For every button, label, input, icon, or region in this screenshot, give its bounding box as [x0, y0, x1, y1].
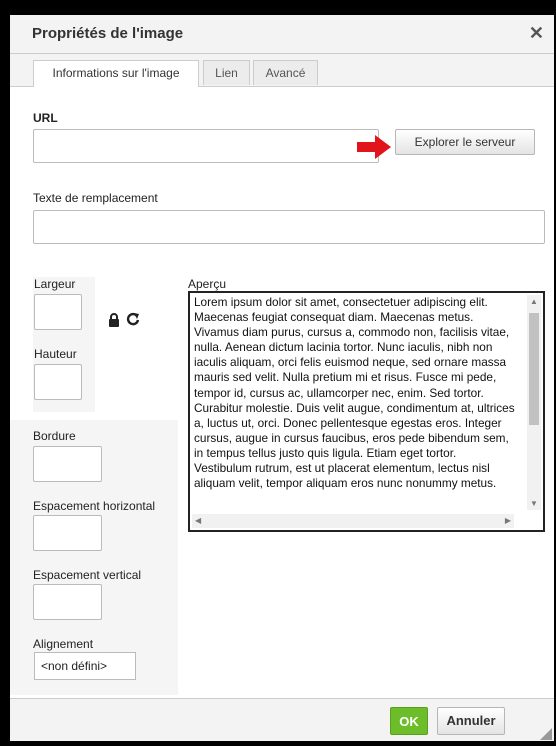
tab-image-info[interactable]: Informations sur l'image — [33, 60, 199, 87]
alt-text-input[interactable] — [33, 210, 545, 244]
border-label: Bordure — [33, 429, 76, 443]
url-label: URL — [33, 111, 58, 125]
browse-server-button[interactable]: Explorer le serveur — [395, 129, 535, 155]
alt-text-label: Texte de remplacement — [33, 191, 158, 205]
vspace-input[interactable] — [33, 584, 102, 620]
url-input[interactable] — [33, 129, 379, 163]
preview-label: Aperçu — [188, 277, 227, 291]
tab-advanced[interactable]: Avancé — [253, 60, 318, 85]
dialog-title: Propriétés de l'image — [32, 25, 184, 42]
resize-handle-icon[interactable] — [540, 728, 552, 740]
height-input[interactable] — [34, 364, 82, 400]
cancel-button[interactable]: Annuler — [437, 707, 505, 735]
tab-link[interactable]: Lien — [203, 60, 250, 85]
red-arrow-icon — [357, 135, 391, 159]
border-input[interactable] — [33, 446, 102, 482]
scroll-down-icon[interactable]: ▼ — [530, 499, 538, 508]
refresh-icon[interactable] — [126, 312, 140, 326]
scroll-up-icon[interactable]: ▲ — [530, 297, 538, 306]
tab-bar: Informations sur l'image Lien Avancé — [10, 54, 554, 87]
hspace-label: Espacement horizontal — [33, 499, 156, 513]
close-icon[interactable]: ✕ — [529, 23, 544, 44]
preview-box[interactable]: Lorem ipsum dolor sit amet, consectetuer… — [188, 291, 545, 532]
hspace-input[interactable] — [33, 515, 102, 551]
horizontal-scrollbar[interactable]: ◀ ▶ — [192, 514, 514, 528]
vertical-scrollbar[interactable]: ▲ ▼ — [527, 295, 541, 510]
ok-button[interactable]: OK — [390, 707, 428, 735]
preview-text: Lorem ipsum dolor sit amet, consectetuer… — [194, 295, 515, 491]
vspace-label: Espacement vertical — [33, 568, 142, 582]
lock-icon[interactable] — [108, 313, 120, 327]
alignment-label: Alignement — [33, 637, 94, 651]
width-label: Largeur — [34, 277, 76, 291]
dialog-titlebar[interactable]: Propriétés de l'image ✕ — [10, 15, 554, 54]
width-input[interactable] — [34, 294, 82, 330]
dialog-footer: OK Annuler — [10, 698, 554, 741]
height-label: Hauteur — [34, 347, 77, 361]
alignment-select[interactable]: <non défini> — [34, 652, 136, 680]
scroll-left-icon[interactable]: ◀ — [195, 516, 201, 525]
scroll-right-icon[interactable]: ▶ — [505, 516, 511, 525]
image-properties-dialog: Propriétés de l'image ✕ Informations sur… — [10, 15, 554, 741]
alignment-select-value: <non défini> — [41, 659, 108, 673]
scrollbar-thumb[interactable] — [529, 313, 539, 425]
